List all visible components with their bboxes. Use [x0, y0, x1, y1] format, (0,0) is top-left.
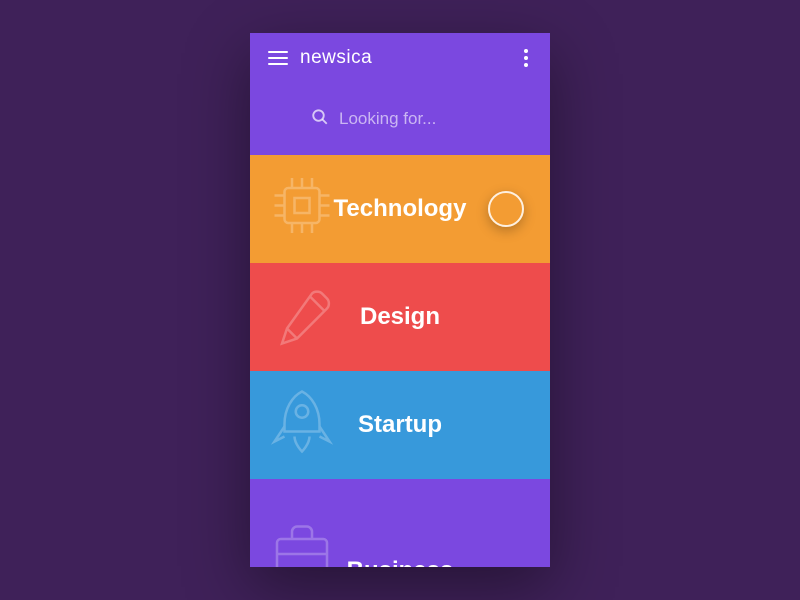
- category-label: Technology: [334, 195, 467, 223]
- category-label: Business: [347, 557, 454, 567]
- category-startup[interactable]: Startup: [250, 371, 550, 479]
- pencil-icon: [262, 274, 342, 361]
- selection-indicator: [488, 191, 524, 227]
- hamburger-menu-icon[interactable]: [268, 51, 288, 65]
- category-label: Design: [360, 303, 440, 331]
- more-vertical-icon[interactable]: [520, 45, 532, 71]
- search-input[interactable]: [339, 109, 489, 129]
- category-label: Startup: [358, 411, 442, 439]
- briefcase-icon: [262, 511, 342, 567]
- search-bar[interactable]: [250, 83, 550, 155]
- app-screen: newsica Tech: [250, 33, 550, 567]
- search-icon: [311, 108, 329, 131]
- chip-icon: [262, 166, 342, 253]
- category-technology[interactable]: Technology: [250, 155, 550, 263]
- rocket-icon: [262, 382, 342, 469]
- category-design[interactable]: Design: [250, 263, 550, 371]
- app-title: newsica: [300, 47, 520, 69]
- category-business[interactable]: Business: [250, 479, 550, 567]
- app-header: newsica: [250, 33, 550, 83]
- category-list: Technology Design: [250, 155, 550, 567]
